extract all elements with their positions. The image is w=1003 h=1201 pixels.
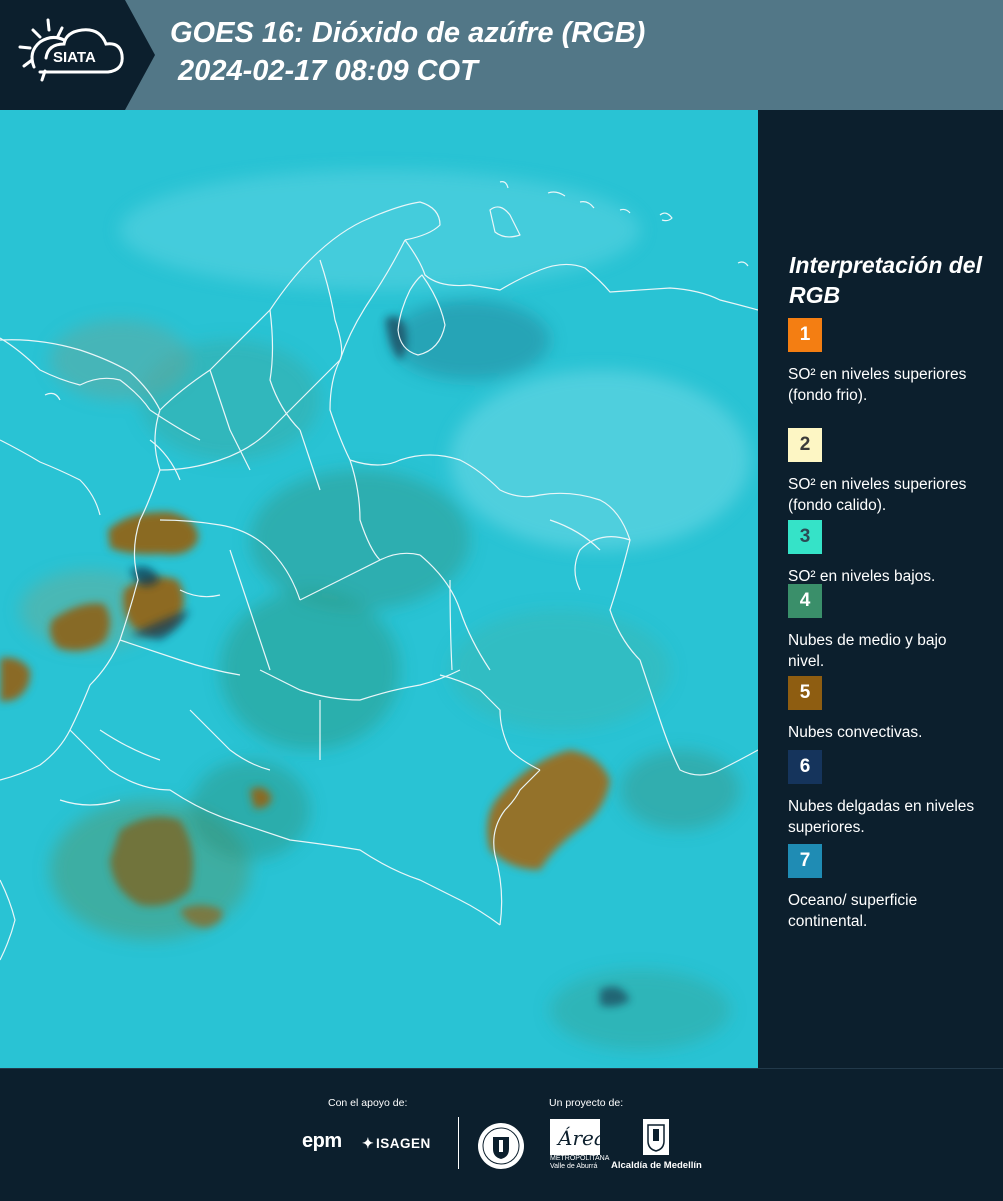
legend-label: SO² en niveles superiores (fondo frio). [788, 366, 967, 404]
legend-item-4: 4 Nubes de medio y bajo nivel. [788, 584, 988, 672]
title-line-2: 2024-02-17 08:09 COT [170, 55, 478, 87]
siata-logo: SIATA [0, 0, 155, 110]
legend-panel: Interpretación del RGB 1 SO² en niveles s… [758, 110, 1003, 1068]
project-label: Un proyecto de: [549, 1097, 624, 1109]
legend-label: Nubes delgadas en niveles superiores. [788, 798, 975, 836]
footer-divider [458, 1117, 459, 1169]
legend-label: Oceano/ superficie continental. [788, 892, 918, 930]
alcaldia-shield-icon [641, 1117, 671, 1162]
satellite-rgb-map [0, 110, 758, 1068]
footer: Con el apoyo de: Un proyecto de: epm ✦ IS… [0, 1068, 1003, 1201]
legend-item-1: 1 SO² en niveles superiores (fondo frio). [788, 318, 988, 406]
legend-item-3: 3 SO² en niveles bajos. [788, 520, 988, 587]
legend-label: Nubes convectivas. [788, 724, 923, 741]
logo-text: SIATA [53, 49, 96, 66]
header-bar: SIATA GOES 16: Dióxido de azúfre (RGB) 2… [0, 0, 1003, 110]
legend-swatch: 6 [788, 750, 822, 784]
alcaldia-text: Alcaldía de Medellín [611, 1160, 702, 1171]
legend-item-6: 6 Nubes delgadas en niveles superiores. [788, 750, 988, 838]
svg-text:Área: Área [556, 1126, 600, 1150]
legend-swatch: 4 [788, 584, 822, 618]
support-label: Con el apoyo de: [328, 1097, 408, 1109]
legend-item-2: 2 SO² en niveles superiores (fondo calido… [788, 428, 988, 516]
title-line-1: GOES 16: Dióxido de azúfre (RGB) [170, 17, 646, 49]
page-title: GOES 16: Dióxido de azúfre (RGB) 2024-02… [170, 14, 645, 90]
legend-swatch: 3 [788, 520, 822, 554]
legend-swatch: 5 [788, 676, 822, 710]
isagen-text: ISAGEN [376, 1136, 431, 1151]
isagen-logo: ✦ ISAGEN [362, 1135, 431, 1152]
medellin-seal-icon [476, 1121, 526, 1176]
isagen-mark-icon: ✦ [362, 1135, 375, 1151]
legend-swatch: 2 [788, 428, 822, 462]
legend-label: SO² en niveles superiores (fondo calido)… [788, 476, 967, 514]
legend-swatch: 7 [788, 844, 822, 878]
legend-swatch: 1 [788, 318, 822, 352]
legend-item-7: 7 Oceano/ superficie continental. [788, 844, 988, 932]
legend-label: Nubes de medio y bajo nivel. [788, 632, 947, 670]
legend-title: Interpretación del RGB [789, 252, 982, 308]
epm-text: epm [302, 1130, 342, 1152]
epm-logo: epm [302, 1130, 342, 1153]
legend-item-5: 5 Nubes convectivas. [788, 676, 988, 743]
area-metropolitana-text: METROPOLITANA Valle de Aburrá [550, 1155, 609, 1170]
